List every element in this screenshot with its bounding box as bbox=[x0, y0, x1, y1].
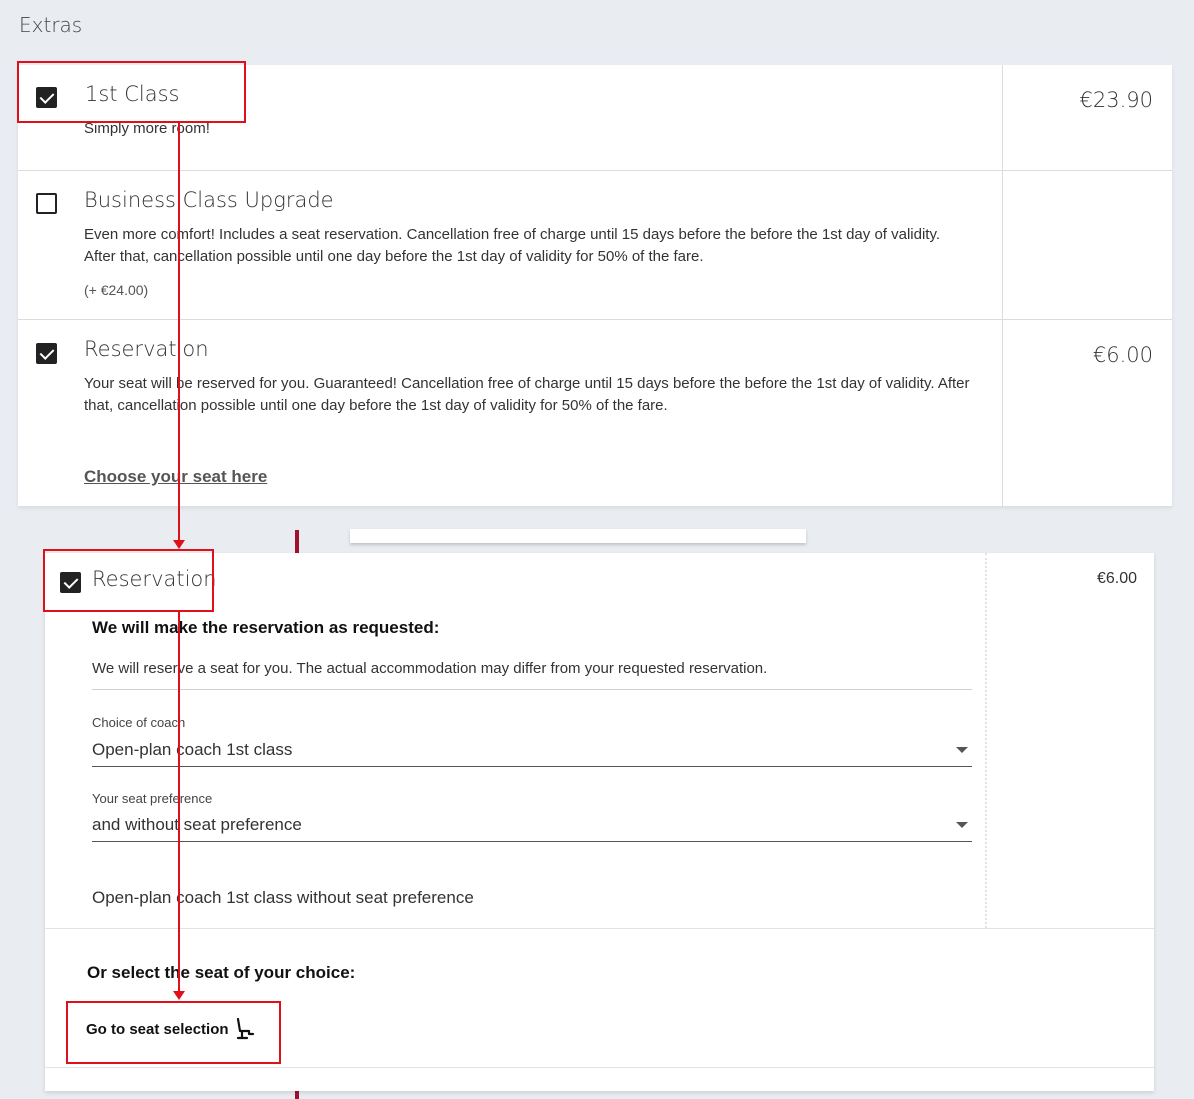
reservation-detail-price: €6.00 bbox=[1096, 570, 1137, 587]
price-column-divider bbox=[985, 553, 987, 928]
business-upgrade-title: Business Class Upgrade bbox=[84, 188, 334, 212]
brand-bar bbox=[295, 1091, 299, 1099]
price-column-divider bbox=[1002, 65, 1003, 506]
coach-select-value: Open-plan coach 1st class bbox=[92, 740, 293, 759]
seat-preference-value: and without seat preference bbox=[92, 815, 302, 834]
business-upgrade-description: Even more comfort! Includes a seat reser… bbox=[84, 226, 941, 265]
seat-preference-label: Your seat preference bbox=[92, 791, 213, 806]
annotation-arrow-head bbox=[173, 540, 185, 549]
seat-preference-select[interactable]: and without seat preference bbox=[92, 811, 972, 843]
choose-seat-link[interactable]: Choose your seat here bbox=[84, 467, 267, 487]
divider bbox=[45, 1067, 1154, 1068]
annotation-arrow-line bbox=[178, 123, 180, 541]
highlight-seat-selection bbox=[66, 1001, 281, 1064]
business-upgrade-extra-price: (+ €24.00) bbox=[84, 282, 149, 298]
reservation-description: Your seat will be reserved for you. Guar… bbox=[84, 375, 970, 414]
reservation-info: We will reserve a seat for you. The actu… bbox=[92, 660, 768, 677]
divider bbox=[92, 689, 972, 690]
reservation-checkbox[interactable] bbox=[36, 343, 57, 364]
chevron-down-icon bbox=[956, 747, 968, 753]
divider bbox=[45, 928, 1154, 929]
highlight-first-class bbox=[17, 61, 246, 123]
coach-select[interactable]: Open-plan coach 1st class bbox=[92, 736, 972, 768]
select-underline bbox=[92, 766, 972, 767]
annotation-arrow-line bbox=[178, 612, 180, 992]
extras-card: 1st Class Simply more room! €23.90 Busin… bbox=[18, 65, 1172, 506]
highlight-reservation bbox=[43, 549, 214, 612]
business-upgrade-checkbox[interactable] bbox=[36, 193, 57, 214]
annotation-arrow-head bbox=[173, 991, 185, 1000]
first-class-price: €23.90 bbox=[1079, 88, 1153, 112]
chevron-down-icon bbox=[956, 822, 968, 828]
section-title: Extras bbox=[19, 13, 83, 37]
row-divider bbox=[18, 319, 1172, 320]
tab-stub bbox=[350, 529, 806, 543]
reservation-heading: We will make the reservation as requeste… bbox=[92, 618, 440, 637]
select-underline bbox=[92, 841, 972, 842]
reservation-price: €6.00 bbox=[1092, 343, 1153, 367]
alt-seat-heading: Or select the seat of your choice: bbox=[87, 963, 356, 982]
brand-bar bbox=[295, 530, 299, 553]
reservation-title: Reservation bbox=[84, 337, 209, 361]
reservation-summary: Open-plan coach 1st class without seat p… bbox=[92, 888, 474, 907]
row-divider bbox=[18, 170, 1172, 171]
coach-label: Choice of coach bbox=[92, 715, 186, 730]
